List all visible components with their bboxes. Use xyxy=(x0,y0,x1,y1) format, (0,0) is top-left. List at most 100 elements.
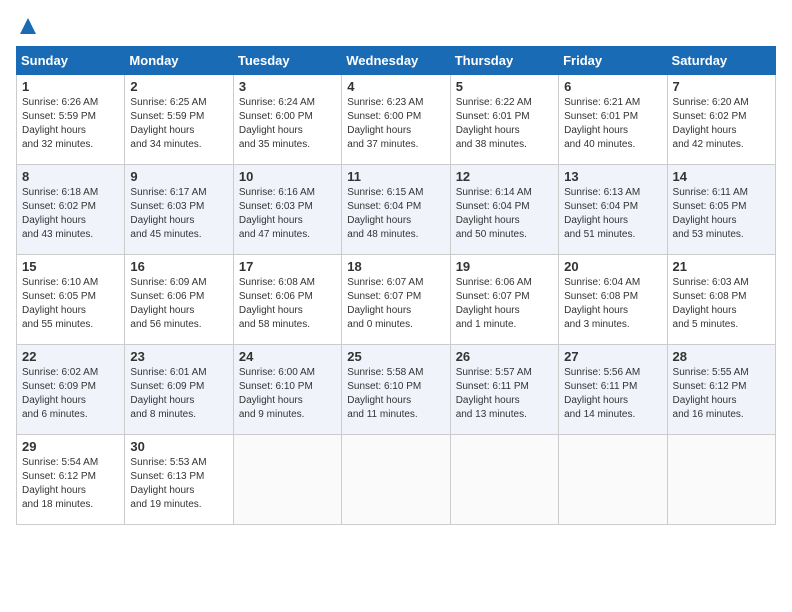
calendar-cell xyxy=(450,435,558,525)
day-number: 28 xyxy=(673,349,770,364)
day-info: Sunrise: 6:09 AMSunset: 6:06 PMDaylight … xyxy=(130,276,227,332)
day-number: 11 xyxy=(347,169,444,184)
day-info: Sunrise: 6:03 AMSunset: 6:08 PMDaylight … xyxy=(673,276,770,332)
calendar-cell: 9 Sunrise: 6:17 AMSunset: 6:03 PMDayligh… xyxy=(125,165,233,255)
day-number: 15 xyxy=(22,259,119,274)
day-header-friday: Friday xyxy=(559,47,667,75)
day-number: 23 xyxy=(130,349,227,364)
day-number: 4 xyxy=(347,79,444,94)
day-number: 10 xyxy=(239,169,336,184)
day-header-wednesday: Wednesday xyxy=(342,47,450,75)
day-info: Sunrise: 6:20 AMSunset: 6:02 PMDaylight … xyxy=(673,96,770,152)
calendar-cell: 27 Sunrise: 5:56 AMSunset: 6:11 PMDaylig… xyxy=(559,345,667,435)
day-info: Sunrise: 6:00 AMSunset: 6:10 PMDaylight … xyxy=(239,366,336,422)
day-number: 17 xyxy=(239,259,336,274)
day-info: Sunrise: 6:17 AMSunset: 6:03 PMDaylight … xyxy=(130,186,227,242)
calendar-cell: 6 Sunrise: 6:21 AMSunset: 6:01 PMDayligh… xyxy=(559,75,667,165)
day-info: Sunrise: 6:06 AMSunset: 6:07 PMDaylight … xyxy=(456,276,553,332)
day-info: Sunrise: 6:22 AMSunset: 6:01 PMDaylight … xyxy=(456,96,553,152)
calendar-cell: 13 Sunrise: 6:13 AMSunset: 6:04 PMDaylig… xyxy=(559,165,667,255)
day-number: 24 xyxy=(239,349,336,364)
calendar-cell: 20 Sunrise: 6:04 AMSunset: 6:08 PMDaylig… xyxy=(559,255,667,345)
day-info: Sunrise: 6:07 AMSunset: 6:07 PMDaylight … xyxy=(347,276,444,332)
logo xyxy=(16,16,38,36)
calendar-cell: 28 Sunrise: 5:55 AMSunset: 6:12 PMDaylig… xyxy=(667,345,775,435)
calendar-cell: 21 Sunrise: 6:03 AMSunset: 6:08 PMDaylig… xyxy=(667,255,775,345)
calendar-cell: 22 Sunrise: 6:02 AMSunset: 6:09 PMDaylig… xyxy=(17,345,125,435)
day-info: Sunrise: 6:02 AMSunset: 6:09 PMDaylight … xyxy=(22,366,119,422)
day-number: 25 xyxy=(347,349,444,364)
day-number: 6 xyxy=(564,79,661,94)
calendar-cell: 29 Sunrise: 5:54 AMSunset: 6:12 PMDaylig… xyxy=(17,435,125,525)
calendar-cell xyxy=(233,435,341,525)
day-number: 16 xyxy=(130,259,227,274)
day-info: Sunrise: 6:14 AMSunset: 6:04 PMDaylight … xyxy=(456,186,553,242)
day-info: Sunrise: 6:08 AMSunset: 6:06 PMDaylight … xyxy=(239,276,336,332)
day-header-tuesday: Tuesday xyxy=(233,47,341,75)
day-number: 2 xyxy=(130,79,227,94)
day-info: Sunrise: 6:16 AMSunset: 6:03 PMDaylight … xyxy=(239,186,336,242)
day-info: Sunrise: 6:25 AMSunset: 5:59 PMDaylight … xyxy=(130,96,227,152)
day-number: 8 xyxy=(22,169,119,184)
calendar-cell xyxy=(559,435,667,525)
day-number: 7 xyxy=(673,79,770,94)
calendar-row-2: 8 Sunrise: 6:18 AMSunset: 6:02 PMDayligh… xyxy=(17,165,776,255)
day-number: 19 xyxy=(456,259,553,274)
calendar-row-5: 29 Sunrise: 5:54 AMSunset: 6:12 PMDaylig… xyxy=(17,435,776,525)
day-number: 5 xyxy=(456,79,553,94)
day-info: Sunrise: 5:53 AMSunset: 6:13 PMDaylight … xyxy=(130,456,227,512)
day-number: 22 xyxy=(22,349,119,364)
day-info: Sunrise: 5:55 AMSunset: 6:12 PMDaylight … xyxy=(673,366,770,422)
day-number: 9 xyxy=(130,169,227,184)
day-number: 14 xyxy=(673,169,770,184)
day-number: 12 xyxy=(456,169,553,184)
calendar-cell xyxy=(342,435,450,525)
day-info: Sunrise: 6:15 AMSunset: 6:04 PMDaylight … xyxy=(347,186,444,242)
day-info: Sunrise: 6:13 AMSunset: 6:04 PMDaylight … xyxy=(564,186,661,242)
calendar-cell: 7 Sunrise: 6:20 AMSunset: 6:02 PMDayligh… xyxy=(667,75,775,165)
days-header-row: SundayMondayTuesdayWednesdayThursdayFrid… xyxy=(17,47,776,75)
calendar-cell: 30 Sunrise: 5:53 AMSunset: 6:13 PMDaylig… xyxy=(125,435,233,525)
day-info: Sunrise: 6:18 AMSunset: 6:02 PMDaylight … xyxy=(22,186,119,242)
calendar-row-3: 15 Sunrise: 6:10 AMSunset: 6:05 PMDaylig… xyxy=(17,255,776,345)
day-number: 18 xyxy=(347,259,444,274)
calendar-cell: 17 Sunrise: 6:08 AMSunset: 6:06 PMDaylig… xyxy=(233,255,341,345)
day-number: 26 xyxy=(456,349,553,364)
day-number: 20 xyxy=(564,259,661,274)
calendar-row-4: 22 Sunrise: 6:02 AMSunset: 6:09 PMDaylig… xyxy=(17,345,776,435)
calendar-cell: 12 Sunrise: 6:14 AMSunset: 6:04 PMDaylig… xyxy=(450,165,558,255)
calendar-cell: 19 Sunrise: 6:06 AMSunset: 6:07 PMDaylig… xyxy=(450,255,558,345)
calendar-cell: 4 Sunrise: 6:23 AMSunset: 6:00 PMDayligh… xyxy=(342,75,450,165)
day-info: Sunrise: 5:57 AMSunset: 6:11 PMDaylight … xyxy=(456,366,553,422)
day-number: 13 xyxy=(564,169,661,184)
page-header xyxy=(16,16,776,36)
calendar-cell xyxy=(667,435,775,525)
day-number: 21 xyxy=(673,259,770,274)
calendar-table: SundayMondayTuesdayWednesdayThursdayFrid… xyxy=(16,46,776,525)
day-info: Sunrise: 5:56 AMSunset: 6:11 PMDaylight … xyxy=(564,366,661,422)
calendar-cell: 26 Sunrise: 5:57 AMSunset: 6:11 PMDaylig… xyxy=(450,345,558,435)
calendar-cell: 2 Sunrise: 6:25 AMSunset: 5:59 PMDayligh… xyxy=(125,75,233,165)
calendar-cell: 5 Sunrise: 6:22 AMSunset: 6:01 PMDayligh… xyxy=(450,75,558,165)
calendar-cell: 23 Sunrise: 6:01 AMSunset: 6:09 PMDaylig… xyxy=(125,345,233,435)
calendar-cell: 10 Sunrise: 6:16 AMSunset: 6:03 PMDaylig… xyxy=(233,165,341,255)
day-number: 27 xyxy=(564,349,661,364)
day-number: 3 xyxy=(239,79,336,94)
calendar-cell: 3 Sunrise: 6:24 AMSunset: 6:00 PMDayligh… xyxy=(233,75,341,165)
calendar-row-1: 1 Sunrise: 6:26 AMSunset: 5:59 PMDayligh… xyxy=(17,75,776,165)
day-info: Sunrise: 5:54 AMSunset: 6:12 PMDaylight … xyxy=(22,456,119,512)
day-info: Sunrise: 6:01 AMSunset: 6:09 PMDaylight … xyxy=(130,366,227,422)
calendar-cell: 18 Sunrise: 6:07 AMSunset: 6:07 PMDaylig… xyxy=(342,255,450,345)
day-info: Sunrise: 6:04 AMSunset: 6:08 PMDaylight … xyxy=(564,276,661,332)
day-header-thursday: Thursday xyxy=(450,47,558,75)
calendar-cell: 8 Sunrise: 6:18 AMSunset: 6:02 PMDayligh… xyxy=(17,165,125,255)
calendar-cell: 11 Sunrise: 6:15 AMSunset: 6:04 PMDaylig… xyxy=(342,165,450,255)
calendar-cell: 14 Sunrise: 6:11 AMSunset: 6:05 PMDaylig… xyxy=(667,165,775,255)
day-number: 30 xyxy=(130,439,227,454)
calendar-cell: 1 Sunrise: 6:26 AMSunset: 5:59 PMDayligh… xyxy=(17,75,125,165)
calendar-cell: 25 Sunrise: 5:58 AMSunset: 6:10 PMDaylig… xyxy=(342,345,450,435)
calendar-cell: 16 Sunrise: 6:09 AMSunset: 6:06 PMDaylig… xyxy=(125,255,233,345)
day-info: Sunrise: 5:58 AMSunset: 6:10 PMDaylight … xyxy=(347,366,444,422)
day-info: Sunrise: 6:10 AMSunset: 6:05 PMDaylight … xyxy=(22,276,119,332)
day-info: Sunrise: 6:11 AMSunset: 6:05 PMDaylight … xyxy=(673,186,770,242)
